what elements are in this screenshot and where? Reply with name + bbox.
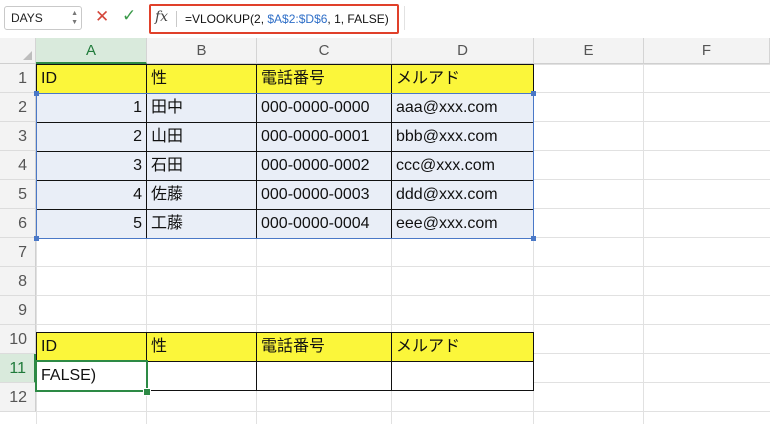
enter-icon[interactable]: ✓ — [122, 6, 136, 26]
column-header-d[interactable]: D — [392, 38, 534, 64]
cell-c1[interactable]: 電話番号 — [256, 64, 392, 94]
cell-d4[interactable]: ccc@xxx.com — [391, 151, 534, 181]
grid-line — [643, 64, 644, 424]
grid-line — [36, 266, 770, 267]
row-header-3[interactable]: 3 — [0, 122, 36, 151]
formula-suffix: , 1, FALSE) — [327, 12, 389, 26]
worksheet-grid: A B C D E F 1 2 3 4 5 6 7 8 9 10 11 12 I… — [0, 38, 770, 424]
range-handle-top-left[interactable] — [34, 91, 39, 96]
cancel-icon[interactable]: ✕ — [95, 7, 109, 27]
cell-c10[interactable]: 電話番号 — [256, 332, 392, 362]
grid-line — [36, 295, 770, 296]
cell-b5[interactable]: 佐藤 — [146, 180, 257, 210]
cell-a1[interactable]: ID — [36, 64, 147, 94]
formula-bar: DAYS ▲ ▼ ✕ ✓ fx =VLOOKUP(2, $A$2:$D$6, 1,… — [0, 0, 770, 39]
row-header-1[interactable]: 1 — [0, 64, 36, 93]
formula-bar-extension[interactable] — [404, 6, 770, 30]
cell-d2[interactable]: aaa@xxx.com — [391, 93, 534, 123]
grid-line — [36, 324, 770, 325]
cell-a11-editing[interactable]: FALSE) — [36, 361, 147, 391]
cell-d3[interactable]: bbb@xxx.com — [391, 122, 534, 152]
formula-separator — [176, 11, 177, 27]
column-header-a[interactable]: A — [36, 38, 147, 64]
cell-b2[interactable]: 田中 — [146, 93, 257, 123]
function-icon[interactable]: fx — [155, 9, 168, 25]
row-header-4[interactable]: 4 — [0, 151, 36, 180]
cell-b3[interactable]: 山田 — [146, 122, 257, 152]
cell-b10[interactable]: 性 — [146, 332, 257, 362]
range-handle-top-right[interactable] — [531, 91, 536, 96]
row-header-12[interactable]: 12 — [0, 383, 36, 412]
column-header-f[interactable]: F — [644, 38, 770, 64]
cell-b4[interactable]: 石田 — [146, 151, 257, 181]
cell-d10[interactable]: メルアド — [391, 332, 534, 362]
cell-b6[interactable]: 工藤 — [146, 209, 257, 239]
cell-a3[interactable]: 2 — [36, 122, 147, 152]
row-header-2[interactable]: 2 — [0, 93, 36, 122]
cell-d11[interactable] — [391, 361, 534, 391]
name-box-value: DAYS — [11, 11, 43, 25]
cell-a4[interactable]: 3 — [36, 151, 147, 181]
cell-b11[interactable] — [146, 361, 257, 391]
cell-d5[interactable]: ddd@xxx.com — [391, 180, 534, 210]
row-header-6[interactable]: 6 — [0, 209, 36, 238]
cell-c5[interactable]: 000-0000-0003 — [256, 180, 392, 210]
row-header-10[interactable]: 10 — [0, 325, 36, 354]
row-header-9[interactable]: 9 — [0, 296, 36, 325]
row-header-7[interactable]: 7 — [0, 238, 36, 267]
range-handle-bottom-left[interactable] — [34, 236, 39, 241]
cell-c11[interactable] — [256, 361, 392, 391]
column-header-b[interactable]: B — [147, 38, 257, 64]
cell-b1[interactable]: 性 — [146, 64, 257, 94]
formula-prefix: =VLOOKUP(2, — [185, 12, 268, 26]
column-header-c[interactable]: C — [257, 38, 392, 64]
name-box[interactable]: DAYS ▲ ▼ — [4, 6, 82, 30]
row-header-11[interactable]: 11 — [0, 354, 36, 383]
formula-range-ref: $A$2:$D$6 — [267, 12, 328, 26]
cell-d1[interactable]: メルアド — [391, 64, 534, 94]
cell-c6[interactable]: 000-0000-0004 — [256, 209, 392, 239]
cell-c3[interactable]: 000-0000-0001 — [256, 122, 392, 152]
range-handle-bottom-right[interactable] — [531, 236, 536, 241]
name-box-stepper-icon[interactable]: ▲ ▼ — [71, 9, 78, 27]
cell-a2[interactable]: 1 — [36, 93, 147, 123]
select-all-corner[interactable] — [0, 38, 36, 64]
cell-a10[interactable]: ID — [36, 332, 147, 362]
row-header-8[interactable]: 8 — [0, 267, 36, 296]
cell-d6[interactable]: eee@xxx.com — [391, 209, 534, 239]
cell-a5[interactable]: 4 — [36, 180, 147, 210]
grid-line — [36, 411, 770, 412]
fill-handle[interactable] — [143, 388, 151, 396]
cell-c2[interactable]: 000-0000-0000 — [256, 93, 392, 123]
formula-input[interactable]: =VLOOKUP(2, $A$2:$D$6, 1, FALSE) — [185, 12, 389, 26]
column-header-e[interactable]: E — [534, 38, 644, 64]
cell-c4[interactable]: 000-0000-0002 — [256, 151, 392, 181]
cell-a6[interactable]: 5 — [36, 209, 147, 239]
row-header-5[interactable]: 5 — [0, 180, 36, 209]
